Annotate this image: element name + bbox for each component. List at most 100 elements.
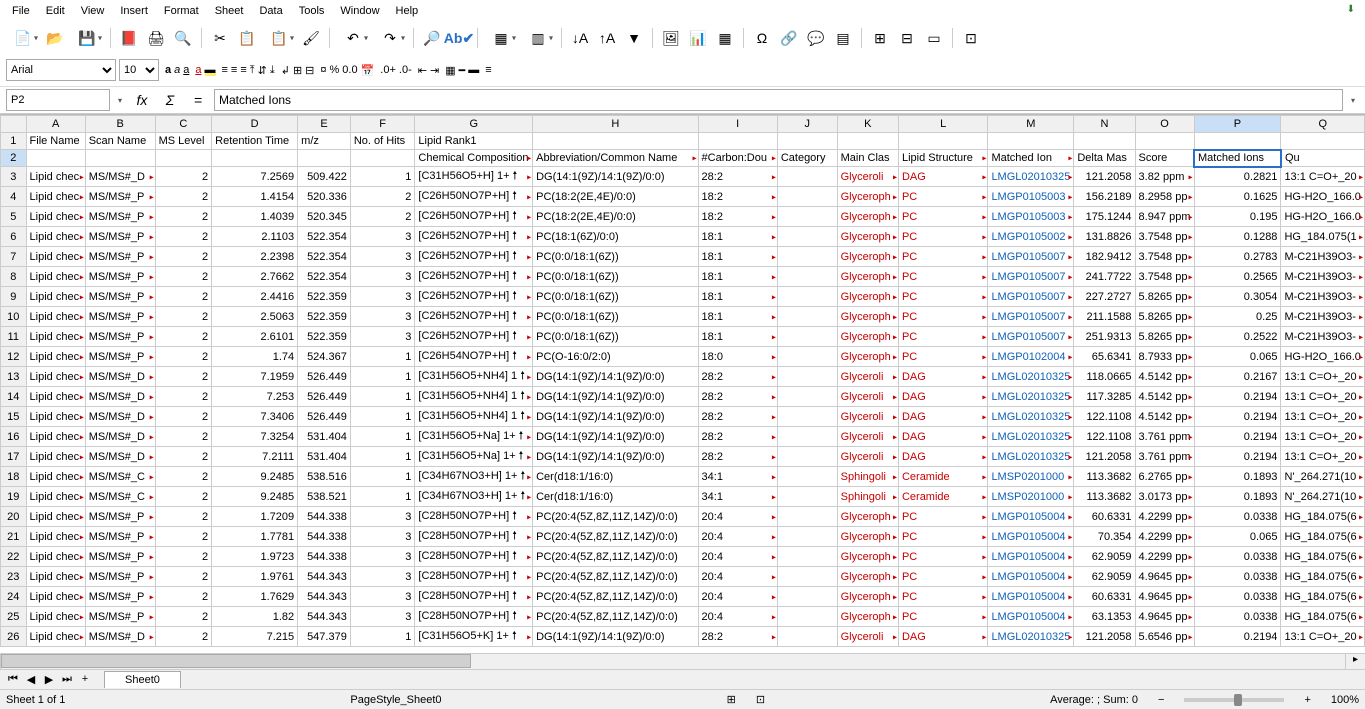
cell[interactable]: 1 bbox=[350, 347, 415, 367]
cell[interactable]: 3.761 ppm▸ bbox=[1135, 447, 1194, 467]
cell[interactable]: PC(20:4(5Z,8Z,11Z,14Z)/0:0) bbox=[533, 527, 698, 547]
cell[interactable]: 3.7548 pp▸ bbox=[1135, 247, 1194, 267]
cell[interactable]: 62.9059 bbox=[1074, 547, 1135, 567]
cell[interactable]: 520.336 bbox=[298, 187, 351, 207]
cell[interactable]: 1.7781 bbox=[212, 527, 298, 547]
cell[interactable]: Lipid Structure▸ bbox=[898, 150, 987, 167]
cell[interactable]: PC▸ bbox=[898, 187, 987, 207]
cell[interactable]: 3 bbox=[350, 567, 415, 587]
cell[interactable]: PC▸ bbox=[898, 567, 987, 587]
cell[interactable]: [C31H56O5+H] 1+ 🠕▸ bbox=[415, 167, 533, 187]
cell[interactable]: Chemical Composition▸ bbox=[415, 150, 533, 167]
cell[interactable]: 28:2▸ bbox=[698, 367, 777, 387]
row-header[interactable]: 3 bbox=[1, 167, 27, 187]
cell[interactable]: 65.6341 bbox=[1074, 347, 1135, 367]
cell[interactable]: 520.345 bbox=[298, 207, 351, 227]
row-header[interactable]: 12 bbox=[1, 347, 27, 367]
cell[interactable]: 20:4▸ bbox=[698, 587, 777, 607]
cell[interactable]: 1.4039 bbox=[212, 207, 298, 227]
name-box[interactable] bbox=[6, 89, 110, 111]
cell[interactable] bbox=[777, 407, 837, 427]
cell[interactable]: 8.947 ppm▸ bbox=[1135, 207, 1194, 227]
new-doc-button[interactable]: 📄 bbox=[6, 26, 40, 50]
cell[interactable]: Lipid chec▸ bbox=[26, 527, 85, 547]
cell[interactable]: 522.354 bbox=[298, 227, 351, 247]
cell[interactable]: MS/MS#_P▸ bbox=[85, 567, 155, 587]
cell[interactable]: 1 bbox=[350, 487, 415, 507]
cell[interactable]: 5.8265 pp▸ bbox=[1135, 307, 1194, 327]
cell[interactable]: 544.338 bbox=[298, 547, 351, 567]
cell[interactable]: Lipid chec▸ bbox=[26, 407, 85, 427]
row-header[interactable]: 8 bbox=[1, 267, 27, 287]
cell[interactable]: Glyceroph▸ bbox=[837, 227, 898, 247]
cell[interactable]: 113.3682 bbox=[1074, 467, 1135, 487]
cell[interactable]: Lipid chec▸ bbox=[26, 187, 85, 207]
cell[interactable]: 4.5142 pp▸ bbox=[1135, 367, 1194, 387]
cell[interactable]: N'_264.271(10▸ bbox=[1281, 467, 1365, 487]
cell[interactable]: 2 bbox=[155, 527, 212, 547]
cell[interactable]: [C28H50NO7P+H] 🠕▸ bbox=[415, 507, 533, 527]
cell[interactable]: PC(18:2(2E,4E)/0:0) bbox=[533, 207, 698, 227]
cell[interactable]: MS/MS#_D▸ bbox=[85, 167, 155, 187]
cell[interactable]: 2 bbox=[155, 627, 212, 647]
cell[interactable]: Lipid chec▸ bbox=[26, 227, 85, 247]
cell[interactable]: M-C21H39O3-▸ bbox=[1281, 247, 1365, 267]
cell[interactable]: 7.253 bbox=[212, 387, 298, 407]
cell[interactable]: 13:1 C=O+_20▸ bbox=[1281, 627, 1365, 647]
cell[interactable]: 0.25 bbox=[1194, 307, 1281, 327]
freeze-button[interactable]: ⊞ bbox=[868, 26, 892, 50]
cell[interactable]: 8.2958 pp▸ bbox=[1135, 187, 1194, 207]
cell[interactable]: 7.3254 bbox=[212, 427, 298, 447]
cell[interactable]: Lipid chec▸ bbox=[26, 327, 85, 347]
cell[interactable]: LMGP0105002▸ bbox=[988, 227, 1074, 247]
cell[interactable]: 544.338 bbox=[298, 507, 351, 527]
cell[interactable]: 0.0338 bbox=[1194, 567, 1281, 587]
cell[interactable]: LMSP0201000▸ bbox=[988, 487, 1074, 507]
cell[interactable]: PC▸ bbox=[898, 267, 987, 287]
cell[interactable]: Lipid chec▸ bbox=[26, 307, 85, 327]
row-header[interactable]: 4 bbox=[1, 187, 27, 207]
cell[interactable]: Glyceroph▸ bbox=[837, 607, 898, 627]
cell[interactable] bbox=[212, 150, 298, 167]
cell[interactable]: PC▸ bbox=[898, 207, 987, 227]
cell[interactable]: Glyceroph▸ bbox=[837, 267, 898, 287]
cell[interactable]: LMGP0105007▸ bbox=[988, 287, 1074, 307]
window-button[interactable]: ▭ bbox=[922, 26, 946, 50]
cell[interactable]: 9.2485 bbox=[212, 487, 298, 507]
cell[interactable]: Lipid chec▸ bbox=[26, 287, 85, 307]
cell[interactable]: LMGL02010325▸ bbox=[988, 447, 1074, 467]
cell[interactable]: 118.0665 bbox=[1074, 367, 1135, 387]
copy-button[interactable]: 📋 bbox=[235, 26, 259, 50]
cell[interactable]: 2 bbox=[350, 187, 415, 207]
cell[interactable]: 13:1 C=O+_20▸ bbox=[1281, 407, 1365, 427]
row-header[interactable]: 2 bbox=[1, 150, 27, 167]
scroll-track[interactable] bbox=[0, 654, 1345, 669]
cell[interactable]: [C34H67NO3+H] 1+ 🠕▸ bbox=[415, 467, 533, 487]
cell[interactable]: 2 bbox=[155, 187, 212, 207]
cell[interactable]: DG(14:1(9Z)/14:1(9Z)/0:0) bbox=[533, 427, 698, 447]
cell[interactable]: LMGL02010325▸ bbox=[988, 627, 1074, 647]
cell[interactable]: 0.0338 bbox=[1194, 587, 1281, 607]
cell[interactable]: MS/MS#_P▸ bbox=[85, 307, 155, 327]
cell[interactable]: 0.065 bbox=[1194, 527, 1281, 547]
cell[interactable] bbox=[777, 487, 837, 507]
cell[interactable]: 1.9761 bbox=[212, 567, 298, 587]
cell[interactable] bbox=[777, 587, 837, 607]
italic-button[interactable]: a bbox=[174, 64, 180, 76]
cell[interactable]: 1 bbox=[350, 427, 415, 447]
cell[interactable] bbox=[777, 387, 837, 407]
col-header-J[interactable]: J bbox=[777, 116, 837, 133]
col-header-B[interactable]: B bbox=[85, 116, 155, 133]
cell[interactable]: MS/MS#_D▸ bbox=[85, 367, 155, 387]
cell[interactable]: 3.761 ppm▸ bbox=[1135, 427, 1194, 447]
horizontal-scrollbar[interactable]: ▸ bbox=[0, 653, 1365, 669]
cell[interactable]: 2 bbox=[155, 407, 212, 427]
cell[interactable]: 0.3054 bbox=[1194, 287, 1281, 307]
cell[interactable]: Glyceroph▸ bbox=[837, 507, 898, 527]
cell[interactable]: N'_264.271(10▸ bbox=[1281, 487, 1365, 507]
sort-desc-button[interactable]: ↑A bbox=[595, 26, 619, 50]
number-button[interactable]: 0.0 bbox=[342, 64, 357, 76]
cell[interactable]: 0.1893 bbox=[1194, 487, 1281, 507]
col-header-L[interactable]: L bbox=[898, 116, 987, 133]
update-icon[interactable]: ⬇ bbox=[1339, 2, 1363, 17]
